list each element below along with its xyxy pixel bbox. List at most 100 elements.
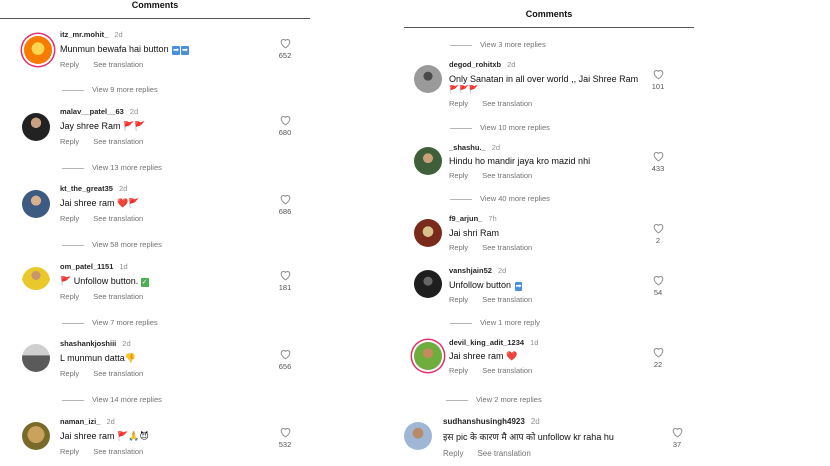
reply-button[interactable]: Reply: [60, 214, 79, 223]
like-control[interactable]: 101: [647, 68, 669, 91]
like-control[interactable]: 532: [274, 426, 296, 449]
see-translation-link[interactable]: See translation: [482, 243, 532, 252]
reply-button[interactable]: Reply: [60, 60, 79, 69]
see-translation-link[interactable]: See translation: [482, 171, 532, 180]
avatar[interactable]: [414, 65, 442, 93]
view-more-replies[interactable]: View 40 more replies: [450, 194, 550, 203]
like-control[interactable]: 686: [274, 193, 296, 216]
heart-outline-icon[interactable]: [652, 346, 665, 358]
heart-outline-icon[interactable]: [279, 269, 292, 281]
like-control[interactable]: 652: [274, 37, 296, 60]
like-control[interactable]: 37: [666, 426, 688, 449]
see-translation-link[interactable]: See translation: [482, 99, 532, 108]
heart-outline-icon[interactable]: [652, 222, 665, 234]
see-translation-link[interactable]: See translation: [482, 366, 532, 375]
avatar[interactable]: [24, 36, 52, 64]
comment-username[interactable]: shashankjoshiii 2d: [60, 339, 131, 348]
view-more-replies[interactable]: View 9 more replies: [62, 85, 158, 94]
like-count: 2: [655, 236, 661, 245]
like-control[interactable]: 656: [274, 348, 296, 371]
comment-username[interactable]: om_patel_1151 1d: [60, 262, 128, 271]
comment-username[interactable]: devil_king_adit_1234 1d: [449, 338, 538, 347]
like-control[interactable]: 433: [647, 150, 669, 173]
avatar[interactable]: [22, 190, 50, 218]
heart-outline-icon[interactable]: [652, 68, 665, 80]
heart-outline-icon[interactable]: [279, 348, 292, 360]
view-more-replies[interactable]: View 14 more replies: [62, 395, 162, 404]
heart-outline-icon[interactable]: [652, 150, 665, 162]
like-control[interactable]: 181: [274, 269, 296, 292]
reply-button[interactable]: Reply: [60, 137, 79, 146]
reply-button[interactable]: Reply: [449, 171, 468, 180]
like-control[interactable]: 680: [274, 114, 296, 137]
like-count: 680: [278, 128, 292, 137]
see-translation-link[interactable]: See translation: [93, 369, 143, 378]
comment-text: Jai shri Ram: [449, 228, 500, 238]
view-more-replies[interactable]: View 13 more replies: [62, 163, 162, 172]
reply-button[interactable]: Reply: [449, 243, 468, 252]
heart-outline-icon[interactable]: [279, 193, 292, 205]
like-control[interactable]: 2: [647, 222, 669, 245]
avatar[interactable]: [414, 342, 442, 370]
reply-button[interactable]: Reply: [443, 449, 463, 458]
view-more-replies[interactable]: View 7 more replies: [62, 318, 158, 327]
comment-actions: Reply See translation: [60, 447, 157, 456]
see-translation-link[interactable]: See translation: [93, 447, 143, 456]
comment-time: 2d: [106, 417, 115, 426]
like-control[interactable]: 22: [647, 346, 669, 369]
heart-outline-icon[interactable]: [671, 426, 684, 438]
reply-button[interactable]: Reply: [60, 292, 79, 301]
heart-outline-icon[interactable]: [279, 37, 292, 49]
avatar[interactable]: [414, 270, 442, 298]
see-translation-link[interactable]: See translation: [93, 137, 143, 146]
comment-text: L munmun datta👎: [60, 353, 136, 363]
comment-time: 2d: [114, 30, 123, 39]
heart-outline-icon[interactable]: [279, 426, 292, 438]
like-count: 22: [653, 360, 663, 369]
comment-text: Jay shree Ram 🚩🚩: [60, 121, 146, 131]
avatar[interactable]: [22, 344, 50, 372]
like-count: 37: [672, 440, 682, 449]
comment-username[interactable]: naman_izi_ 2d: [60, 417, 115, 426]
see-translation-link[interactable]: See translation: [93, 292, 143, 301]
comment-username[interactable]: _shashu._ 2d: [449, 143, 500, 152]
comment-text: Jai shree ram ❤️🚩: [60, 198, 140, 208]
avatar[interactable]: [22, 422, 50, 450]
comment-text: Unfollow button ➡: [449, 280, 523, 291]
see-translation-link[interactable]: See translation: [93, 214, 143, 223]
see-translation-link[interactable]: See translation: [477, 449, 530, 458]
heart-outline-icon[interactable]: [652, 274, 665, 286]
reply-button[interactable]: Reply: [449, 99, 468, 108]
comment-username[interactable]: malav__patel__63 2d: [60, 107, 138, 116]
avatar[interactable]: [414, 147, 442, 175]
comment-username[interactable]: kt_the_great35 2d: [60, 184, 127, 193]
comment-username[interactable]: degod_rohitxb 2d: [449, 60, 515, 69]
see-translation-link[interactable]: See translation: [482, 295, 532, 304]
comment-time: 2d: [129, 107, 139, 116]
view-more-replies[interactable]: View 10 more replies: [450, 123, 550, 132]
reply-button[interactable]: Reply: [449, 295, 468, 304]
reply-button[interactable]: Reply: [60, 369, 79, 378]
reply-button[interactable]: Reply: [449, 366, 468, 375]
view-more-replies[interactable]: View 3 more replies: [450, 40, 546, 49]
view-more-replies[interactable]: View 1 more reply: [450, 318, 540, 327]
comment-item: vanshjain52 2d Unfollow button ➡ Reply See…: [404, 266, 694, 328]
reply-button[interactable]: Reply: [60, 447, 79, 456]
comment-username[interactable]: f9_arjun_ 7h: [449, 214, 497, 223]
comment-item: naman_izi_ 2d Jai shree ram 🚩🙏😈 Reply See …: [0, 417, 310, 466]
avatar[interactable]: [22, 267, 50, 295]
heart-outline-icon[interactable]: [279, 114, 292, 126]
comment-actions: Reply See translation: [60, 369, 157, 378]
avatar[interactable]: [22, 113, 50, 141]
view-more-replies[interactable]: View 58 more replies: [62, 240, 162, 249]
avatar[interactable]: [414, 219, 442, 247]
like-count: 433: [651, 164, 665, 173]
see-translation-link[interactable]: See translation: [93, 60, 143, 69]
like-control[interactable]: 54: [647, 274, 669, 297]
avatar[interactable]: [404, 422, 432, 450]
comment-username[interactable]: vanshjain52 2d: [449, 266, 506, 275]
comment-username[interactable]: sudhanshusingh4923 2d: [443, 417, 540, 426]
comment-username[interactable]: itz_mr.mohit_ 2d: [60, 30, 123, 39]
comment-item: devil_king_adit_1234 1d Jai shree ram ❤️ …: [404, 338, 694, 400]
view-more-replies[interactable]: View 2 more replies: [446, 395, 542, 404]
